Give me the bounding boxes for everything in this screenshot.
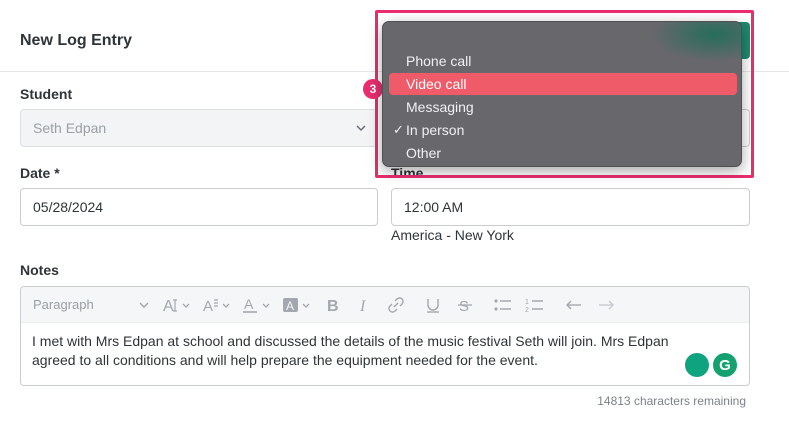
font-size-icon[interactable]: A bbox=[163, 294, 193, 316]
bold-icon[interactable]: B bbox=[325, 294, 341, 316]
time-input[interactable]: 12:00 AM bbox=[391, 188, 750, 226]
line-height-icon[interactable]: A bbox=[203, 294, 233, 316]
student-select[interactable]: Seth Edpan bbox=[20, 109, 378, 147]
menu-item-messaging[interactable]: Messaging bbox=[389, 96, 737, 118]
notes-editor[interactable]: Paragraph A A A A B I S 12 I met with Mr… bbox=[20, 286, 750, 386]
menu-item-phone-call[interactable]: Phone call bbox=[389, 50, 737, 72]
svg-text:1: 1 bbox=[525, 299, 529, 306]
menu-item-in-person[interactable]: ✓ In person bbox=[389, 119, 737, 141]
link-icon[interactable] bbox=[387, 294, 405, 316]
grammarly-widget[interactable]: G bbox=[685, 353, 737, 377]
menu-item-label: Other bbox=[406, 145, 442, 161]
undo-icon[interactable] bbox=[565, 294, 583, 316]
menu-item-other[interactable]: Other bbox=[389, 142, 737, 164]
italic-icon[interactable]: I bbox=[357, 294, 371, 316]
student-label: Student bbox=[20, 86, 73, 102]
svg-text:A: A bbox=[203, 298, 213, 313]
notes-text[interactable]: I met with Mrs Edpan at school and discu… bbox=[32, 332, 712, 370]
paragraph-style-label: Paragraph bbox=[33, 297, 94, 312]
notes-label: Notes bbox=[20, 262, 59, 278]
page-title: New Log Entry bbox=[20, 32, 133, 49]
chevron-down-icon bbox=[356, 125, 366, 132]
student-value: Seth Edpan bbox=[33, 120, 107, 136]
characters-remaining: 14813 characters remaining bbox=[597, 394, 746, 408]
lightbulb-icon[interactable] bbox=[685, 353, 709, 377]
redo-icon[interactable] bbox=[597, 294, 615, 316]
paragraph-style-select[interactable]: Paragraph bbox=[33, 297, 153, 312]
svg-text:B: B bbox=[327, 298, 339, 313]
contact-method-menu: Phone call Video call Messaging ✓ In per… bbox=[382, 21, 742, 167]
menu-item-video-call[interactable]: Video call bbox=[389, 73, 737, 95]
grammarly-icon[interactable]: G bbox=[713, 353, 737, 377]
svg-text:A: A bbox=[286, 299, 294, 313]
menu-item-label: Messaging bbox=[406, 99, 474, 115]
check-icon: ✓ bbox=[393, 122, 404, 137]
highlight-color-icon[interactable]: A bbox=[283, 294, 313, 316]
step-badge: 3 bbox=[363, 79, 383, 99]
menu-item-label: In person bbox=[406, 122, 465, 138]
menu-item-label: Video call bbox=[406, 76, 467, 92]
timezone-text: America - New York bbox=[391, 227, 514, 243]
time-value: 12:00 AM bbox=[404, 199, 464, 215]
chevron-down-icon bbox=[139, 302, 149, 308]
numbered-list-icon[interactable]: 12 bbox=[525, 294, 545, 316]
editor-toolbar: Paragraph A A A A B I S 12 bbox=[21, 287, 749, 323]
date-label: Date * bbox=[20, 165, 60, 181]
strikethrough-icon[interactable]: S bbox=[457, 294, 473, 316]
svg-text:I: I bbox=[359, 298, 366, 313]
menu-item-label: Phone call bbox=[406, 53, 472, 69]
date-value: 05/28/2024 bbox=[33, 199, 104, 215]
underline-icon[interactable] bbox=[425, 294, 441, 316]
bullet-list-icon[interactable] bbox=[493, 294, 513, 316]
date-input[interactable]: 05/28/2024 bbox=[20, 188, 378, 226]
svg-text:2: 2 bbox=[525, 307, 529, 313]
font-color-icon[interactable]: A bbox=[243, 294, 273, 316]
svg-text:A: A bbox=[244, 297, 254, 312]
svg-text:A: A bbox=[163, 298, 174, 313]
